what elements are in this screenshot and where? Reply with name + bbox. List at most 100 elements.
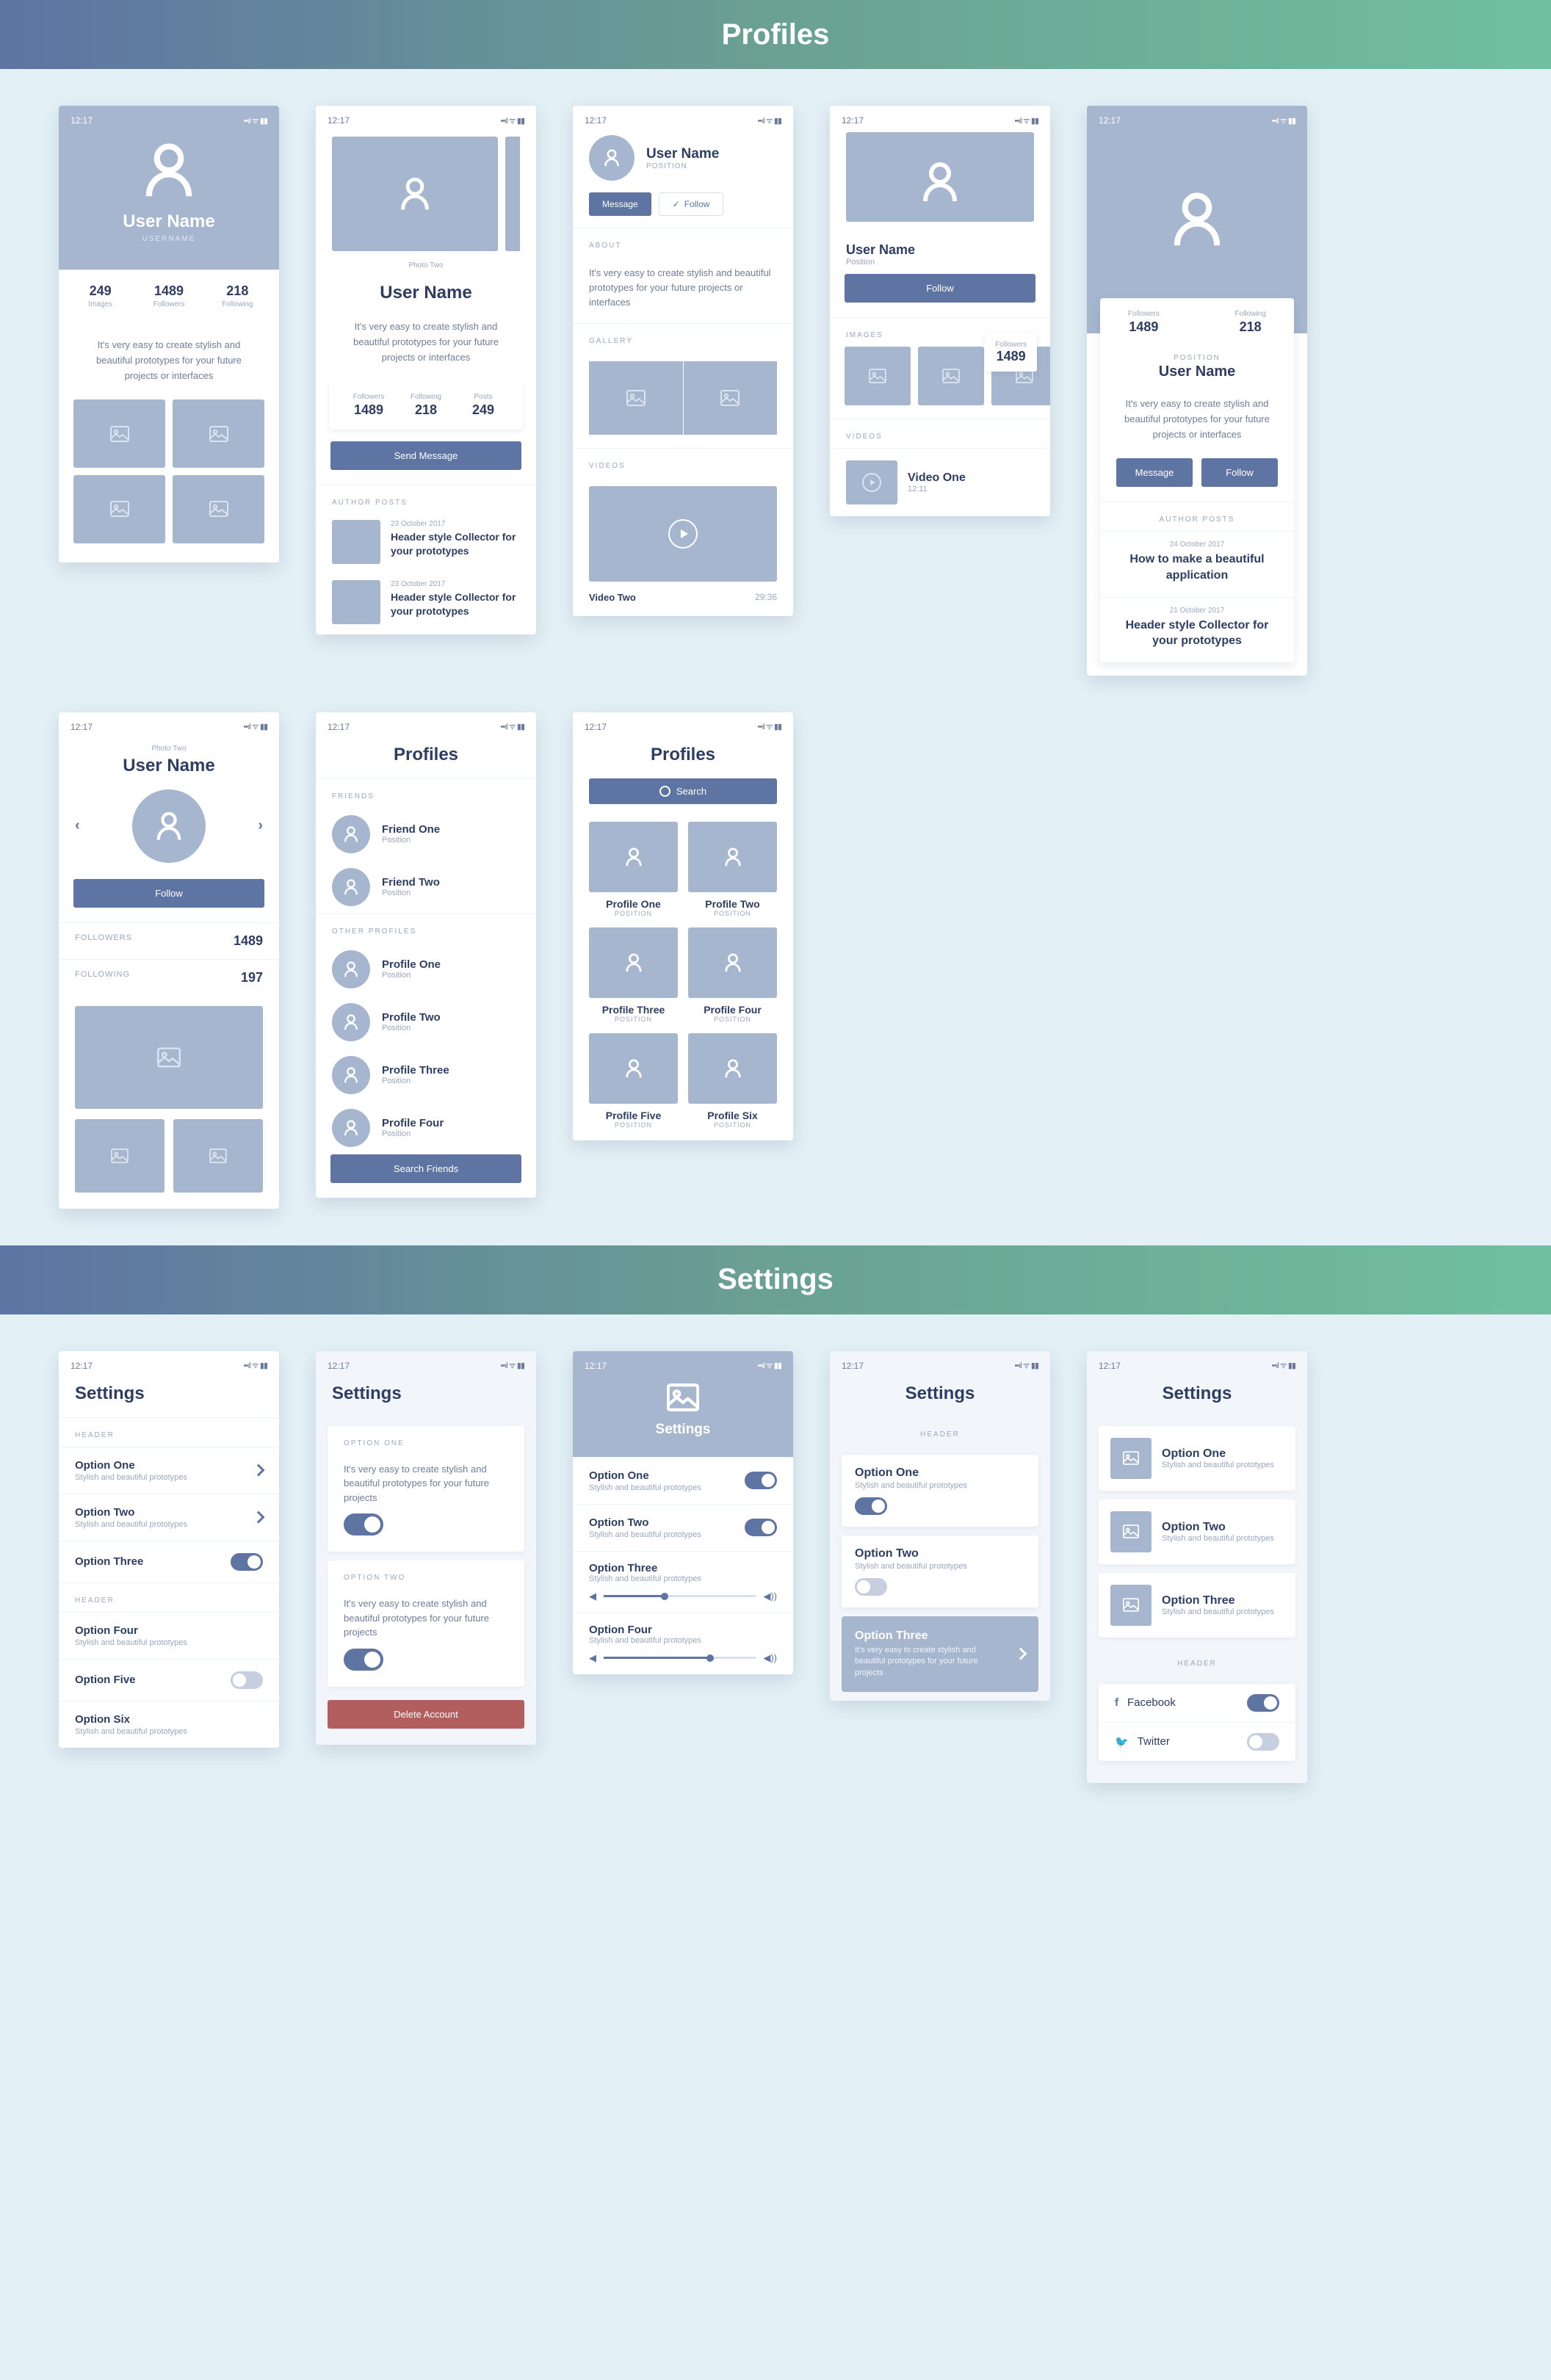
- friend-item[interactable]: Friend OnePosition: [316, 808, 536, 861]
- settings-banner: Settings: [0, 1245, 1551, 1314]
- next-photo-peek[interactable]: [505, 137, 520, 251]
- profile-card[interactable]: Profile FivePOSITION: [589, 1033, 678, 1129]
- video-player[interactable]: [589, 486, 777, 582]
- about-header: ABOUT: [573, 228, 793, 257]
- search-bar[interactable]: Search: [589, 778, 777, 804]
- profile-card[interactable]: Profile FourPOSITION: [688, 927, 777, 1023]
- followers-badge: Followers1489: [985, 333, 1037, 372]
- follow-button[interactable]: Follow: [845, 274, 1035, 303]
- user-name: User Name: [123, 211, 214, 232]
- slider-handle[interactable]: [706, 1654, 714, 1662]
- delete-account-button[interactable]: Delete Account: [328, 1700, 524, 1729]
- toggle[interactable]: [1247, 1733, 1279, 1751]
- toggle[interactable]: [745, 1472, 777, 1489]
- about-text: It's very easy to create stylish and bea…: [573, 257, 793, 323]
- gallery-header: GALLERY: [573, 323, 793, 352]
- post-date: 23 October 2017: [391, 580, 520, 588]
- status-icons: ••ıl ᯤ ▮▮: [244, 721, 267, 732]
- option-two[interactable]: Option TwoStylish and beautiful prototyp…: [1099, 1500, 1295, 1564]
- slider-handle[interactable]: [661, 1593, 668, 1600]
- stat-following-lbl: Following: [203, 300, 272, 308]
- description: It's very easy to create stylish and bea…: [1100, 380, 1294, 458]
- toggle[interactable]: [1247, 1694, 1279, 1712]
- option-five[interactable]: Option Five: [59, 1659, 279, 1701]
- profile-item[interactable]: Profile OnePosition: [316, 943, 536, 996]
- facebook-row[interactable]: fFacebook: [1099, 1684, 1295, 1722]
- friend-item[interactable]: Friend TwoPosition: [316, 861, 536, 914]
- thumb[interactable]: [173, 1119, 263, 1193]
- toggle[interactable]: [231, 1553, 263, 1571]
- option-one[interactable]: Option OneStylish and beautiful prototyp…: [59, 1447, 279, 1494]
- follow-button[interactable]: Follow: [1201, 458, 1278, 487]
- post-item[interactable]: 23 October 2017Header style Collector fo…: [316, 574, 536, 634]
- thumb[interactable]: [173, 399, 264, 468]
- twitter-row[interactable]: 🐦Twitter: [1099, 1722, 1295, 1761]
- toggle[interactable]: [231, 1671, 263, 1689]
- profile-card[interactable]: Profile TwoPOSITION: [688, 822, 777, 917]
- profile-card[interactable]: Profile OnePOSITION: [589, 822, 678, 917]
- thumb[interactable]: [73, 399, 165, 468]
- post-thumb: [332, 580, 380, 624]
- volume-low-icon: ◀: [589, 1652, 596, 1664]
- follow-button[interactable]: ✓Follow: [659, 192, 724, 216]
- thumb[interactable]: [845, 347, 911, 405]
- option-two[interactable]: Option TwoStylish and beautiful prototyp…: [573, 1504, 793, 1551]
- option-one[interactable]: Option OneStylish and beautiful prototyp…: [1099, 1426, 1295, 1491]
- option-two-card[interactable]: Option TwoStylish and beautiful prototyp…: [842, 1536, 1038, 1607]
- profile-item[interactable]: Profile TwoPosition: [316, 996, 536, 1049]
- profile-card[interactable]: Profile SixPOSITION: [688, 1033, 777, 1129]
- thumb[interactable]: [173, 475, 264, 543]
- facebook-icon: f: [1115, 1696, 1118, 1709]
- search-friends-button[interactable]: Search Friends: [330, 1154, 521, 1183]
- thumb[interactable]: [918, 347, 984, 405]
- toggle[interactable]: [855, 1578, 887, 1596]
- following-value: 197: [241, 970, 263, 985]
- option-two[interactable]: Option TwoStylish and beautiful prototyp…: [59, 1494, 279, 1541]
- option-six[interactable]: Option SixStylish and beautiful prototyp…: [59, 1701, 279, 1748]
- stat-num: 218: [1227, 319, 1273, 335]
- status-icons: ••ıl ᯤ ▮▮: [1015, 1360, 1038, 1371]
- status-icons: ••ıl ᯤ ▮▮: [501, 115, 524, 126]
- volume-low-icon: ◀: [589, 1591, 596, 1602]
- gallery-item[interactable]: [684, 361, 778, 435]
- toggle[interactable]: [855, 1497, 887, 1515]
- user-name: User Name: [846, 242, 1034, 258]
- profile-item[interactable]: Profile ThreePosition: [316, 1049, 536, 1102]
- next-arrow[interactable]: ›: [258, 817, 263, 834]
- post-item[interactable]: 24 October 2017How to make a beautiful a…: [1100, 531, 1294, 596]
- videos-header: VIDEOS: [573, 448, 793, 477]
- toggle[interactable]: [745, 1519, 777, 1536]
- option-one-card[interactable]: Option OneStylish and beautiful prototyp…: [842, 1455, 1038, 1527]
- toggle[interactable]: [344, 1649, 383, 1671]
- follow-button[interactable]: Follow: [73, 879, 264, 908]
- profile-card[interactable]: Profile ThreePOSITION: [589, 927, 678, 1023]
- description: It's very easy to create stylish and bea…: [59, 322, 279, 399]
- message-button[interactable]: Message: [1116, 458, 1193, 487]
- message-button[interactable]: Message: [589, 192, 651, 216]
- gallery-item[interactable]: [589, 361, 684, 435]
- followers-value: 1489: [234, 933, 263, 949]
- post-item[interactable]: 23 October 2017Header style Collector fo…: [316, 514, 536, 574]
- profile-item[interactable]: Profile FourPosition: [316, 1102, 536, 1154]
- post-item[interactable]: 21 October 2017Header style Collector fo…: [1100, 597, 1294, 662]
- username-label: USERNAME: [142, 235, 196, 243]
- thumb[interactable]: [75, 1119, 164, 1193]
- option-four[interactable]: Option FourStylish and beautiful prototy…: [59, 1612, 279, 1659]
- prev-arrow[interactable]: ‹: [75, 817, 80, 834]
- play-icon: [668, 519, 698, 549]
- option-one[interactable]: Option OneStylish and beautiful prototyp…: [573, 1457, 793, 1504]
- volume-high-icon: ◀)): [763, 1652, 777, 1664]
- toggle[interactable]: [344, 1513, 383, 1536]
- settings-1: 12:17••ıl ᯤ ▮▮ Settings HEADER Option On…: [59, 1351, 279, 1748]
- stat-following-num: 218: [203, 283, 272, 299]
- thumb[interactable]: [75, 1006, 263, 1109]
- video-item[interactable]: Video One12:11: [830, 448, 1050, 516]
- option-three-card[interactable]: Option ThreeIt's very easy to create sty…: [842, 1616, 1038, 1692]
- thumb[interactable]: [73, 475, 165, 543]
- option-three[interactable]: Option ThreeStylish and beautiful protot…: [1099, 1573, 1295, 1638]
- send-message-button[interactable]: Send Message: [330, 441, 521, 470]
- post-date: 21 October 2017: [1122, 607, 1272, 615]
- option-three[interactable]: Option Three: [59, 1541, 279, 1583]
- user-name: User Name: [1100, 363, 1294, 380]
- status-icons: ••ıl ᯤ ▮▮: [1272, 1360, 1295, 1371]
